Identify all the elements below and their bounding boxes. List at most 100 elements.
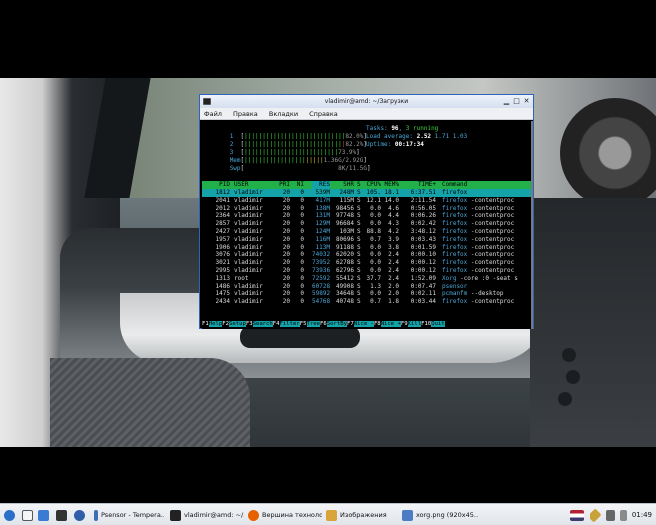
process-row[interactable]: 2857 vladimir 20 0 129M 96684 S 0.0 4.3 0:02.42 fi…: [202, 220, 532, 228]
clock[interactable]: 01:49: [632, 507, 652, 523]
command-name: Xorg: [442, 274, 457, 282]
fkey-f7[interactable]: F7Nice -: [346, 320, 374, 328]
process-row[interactable]: 3076 vladimir 20 0 74032 62020 S 0.0 2.4 0:00.10 f…: [202, 251, 532, 259]
cell-pri: 20: [282, 266, 290, 274]
menu-tabs[interactable]: Вкладки: [269, 110, 298, 118]
menu-edit[interactable]: Правка: [233, 110, 258, 118]
terminal-launcher[interactable]: [56, 507, 70, 523]
cell-pri: 20: [282, 189, 290, 196]
cell-time: 0:02.11: [410, 290, 436, 298]
htop-screen[interactable]: 1 [||||||||||||||||||||||||||||82.0%] 2 …: [202, 121, 532, 329]
process-row[interactable]: 2434 vladimir 20 0 54768 40748 S 0.7 1.8 0:03.44 f…: [202, 298, 532, 306]
menu-file[interactable]: Файл: [204, 110, 222, 118]
column-user[interactable]: USER: [234, 181, 248, 189]
menu-help[interactable]: Справка: [309, 110, 338, 118]
cell-time: 0:01.59: [410, 243, 436, 251]
process-row[interactable]: 1957 vladimir 20 0 116M 80696 S 0.7 3.9 0:03.43 fi…: [202, 236, 532, 244]
column-mem[interactable]: MEM%: [382, 181, 399, 189]
process-row[interactable]: 1906 vladimir 20 0 113M 91188 S 0.0 3.8 0:01.59 fi…: [202, 244, 532, 252]
uptime-info: Uptime: 00:17:34: [366, 141, 424, 148]
fkey-f6[interactable]: F6SortBy: [320, 320, 347, 328]
fkey-f2[interactable]: F2Setup: [222, 320, 246, 328]
load-average-info: Load average: 2.52 1.71 1.03: [366, 133, 468, 140]
task-images-folder[interactable]: Изображения: [324, 507, 400, 523]
command-name: firefox: [442, 251, 468, 259]
fkey-f4[interactable]: F4Filter: [272, 320, 300, 328]
column-cpu[interactable]: CPU%: [365, 181, 381, 189]
fkey-f1[interactable]: F1Help: [202, 320, 223, 328]
cell-mem: 3.8: [388, 243, 399, 251]
cell-mem: 4.2: [388, 227, 399, 235]
column-pri[interactable]: PRI: [276, 181, 290, 189]
wallpaper-knob: [558, 392, 572, 406]
cell-res: 54768: [312, 298, 331, 306]
keyboard-layout-indicator[interactable]: [570, 507, 587, 523]
minimize-icon[interactable]: ▁: [502, 97, 511, 106]
cell-shr: 115M: [339, 196, 354, 204]
process-row[interactable]: 2427 vladimir 20 0 124M 103M S 88.8 4.2 3:48.12 fi…: [202, 228, 532, 236]
task-psensor[interactable]: Psensor - Tempera...: [92, 507, 164, 523]
maximize-icon[interactable]: □: [512, 97, 521, 106]
cell-pid: 1313: [215, 274, 230, 282]
cell-user: vladimir: [234, 251, 263, 259]
task-image-viewer[interactable]: xorg.png (920x45...: [400, 507, 478, 523]
column-command[interactable]: Command: [442, 181, 467, 189]
cell-res: 539M: [315, 189, 330, 196]
command-args: --desktop: [470, 290, 504, 298]
column-state[interactable]: S: [357, 181, 361, 189]
fkey-f10[interactable]: F10Quit: [421, 320, 445, 328]
task-firefox[interactable]: Вершина технолог...: [246, 507, 322, 523]
cell-time: 1:52.09: [410, 274, 436, 282]
network-tray[interactable]: [590, 507, 602, 523]
cell-mem: 18.1: [384, 189, 399, 196]
cell-pid: 1906: [215, 243, 230, 251]
process-row[interactable]: 3021 vladimir 20 0 73952 62788 S 0.0 2.4 0:00.12 f…: [202, 259, 532, 267]
fkey-f9[interactable]: F9Kill: [400, 320, 422, 328]
task-terminal[interactable]: vladimir@amd: ~/3...: [168, 507, 244, 523]
process-row[interactable]: 1475 vladimir 20 0 59892 34648 S 0.0 2.0 0:02.11 p…: [202, 290, 532, 298]
desktop-icon: [22, 509, 33, 521]
fkey-f3[interactable]: F3Search: [245, 320, 273, 328]
terminal-window[interactable]: vladimir@amd: ~/Загрузки ▁ □ ✕ Файл Прав…: [199, 94, 534, 329]
cell-s: S: [357, 266, 361, 274]
column-shr[interactable]: SHR: [332, 181, 354, 189]
window-titlebar[interactable]: vladimir@amd: ~/Загрузки ▁ □ ✕: [200, 95, 533, 108]
cell-pri: 20: [282, 290, 290, 298]
process-row[interactable]: 1313 root 20 0 72592 55412 S 37.7 2.4 1:52.09 Xorg…: [202, 275, 532, 283]
cell-time: 6:37.51: [410, 189, 436, 196]
menu-bar: Файл Правка Вкладки Справка: [200, 108, 533, 120]
menu-launcher[interactable]: [4, 507, 18, 523]
cell-pid: 1475: [215, 290, 230, 298]
column-ni[interactable]: NI: [292, 181, 304, 189]
fkey-f5[interactable]: F5Tree: [299, 320, 320, 328]
image-viewer-icon: [402, 509, 413, 521]
globe-icon: [74, 509, 85, 521]
process-row[interactable]: 2995 vladimir 20 0 73936 62796 S 0.0 2.4 0:00.12 f…: [202, 267, 532, 275]
show-desktop-button[interactable]: [22, 507, 36, 523]
cell-pid: 2995: [215, 266, 230, 274]
command-args: -contentproc: [470, 204, 515, 212]
process-row[interactable]: 2364 vladimir 20 0 131M 97748 S 0.0 4.4 0:06.26 fi…: [202, 212, 532, 220]
process-row[interactable]: 2041 vladimir 20 0 417M 115M S 12.1 14.0 2:11.54 f…: [202, 197, 532, 205]
fkey-f8[interactable]: F8Nice +: [373, 320, 401, 328]
volume-tray[interactable]: [606, 507, 618, 523]
file-manager-launcher[interactable]: [38, 507, 52, 523]
cell-pri: 20: [282, 204, 290, 212]
column-time[interactable]: TIME+: [402, 181, 436, 189]
cell-time: 0:03.43: [410, 235, 436, 243]
process-row[interactable]: 2012 vladimir 20 0 138M 98456 S 0.0 4.6 0:56.05 fi…: [202, 205, 532, 213]
process-row[interactable]: 1486 vladimir 20 0 60728 49908 S 1.3 2.0 0:07.47 p…: [202, 283, 532, 291]
process-row[interactable]: 1812 vladimir 20 0 539M 248M S 105. 18.1 6:37.51 f…: [202, 189, 532, 197]
terminal-icon: [170, 509, 181, 521]
cell-shr: 40748: [335, 298, 354, 306]
terminal-scrollbar[interactable]: [531, 121, 533, 329]
column-pid[interactable]: PID: [204, 181, 230, 189]
command-args: -contentproc: [470, 212, 515, 220]
power-tray[interactable]: [620, 507, 630, 523]
column-res[interactable]: RES: [312, 181, 330, 189]
command-name: firefox: [442, 227, 468, 235]
close-icon[interactable]: ✕: [522, 97, 531, 106]
cell-mem: 2.0: [388, 290, 399, 298]
browser-launcher[interactable]: [74, 507, 88, 523]
cell-time: 3:48.12: [410, 227, 436, 235]
